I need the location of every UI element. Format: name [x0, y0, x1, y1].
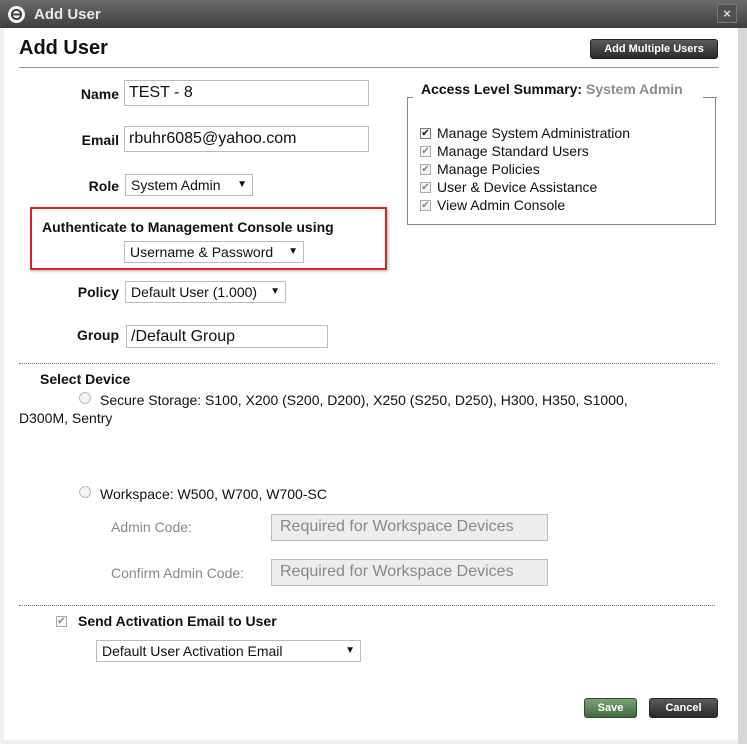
chevron-down-icon: ▼	[345, 645, 355, 656]
checkbox-checked-icon: ✔	[420, 181, 431, 193]
policy-label: Policy	[77, 284, 119, 300]
summary-border	[703, 97, 717, 98]
access-level-label: Access Level Summary:	[421, 81, 583, 97]
checkbox-checked-icon: ✔	[420, 163, 431, 175]
permission-item: ✔ Manage System Administration	[420, 125, 630, 141]
close-icon[interactable]: ×	[717, 4, 737, 23]
admin-code-label: Admin Code:	[111, 519, 192, 535]
role-select[interactable]: System Admin ▼	[125, 174, 253, 196]
permission-label: Manage System Administration	[437, 125, 630, 141]
permission-label: View Admin Console	[437, 197, 566, 213]
cancel-button[interactable]: Cancel	[649, 698, 718, 718]
secure-storage-label: Secure Storage: S100, X200 (S200, D200),…	[100, 392, 628, 408]
add-multiple-users-button[interactable]: Add Multiple Users	[590, 39, 718, 59]
window-titlebar: Add User ×	[0, 0, 747, 28]
permission-label: User & Device Assistance	[437, 179, 598, 195]
chevron-down-icon: ▼	[288, 246, 298, 257]
add-user-dialog: Add User Add Multiple Users Name TEST - …	[4, 28, 738, 740]
group-label: Group	[77, 327, 119, 343]
send-activation-label: Send Activation Email to User	[78, 613, 277, 629]
access-level-heading: Access Level Summary: System Admin	[413, 80, 703, 100]
name-label: Name	[80, 86, 119, 102]
email-label: Email	[81, 132, 119, 148]
confirm-admin-code-label: Confirm Admin Code:	[111, 565, 245, 581]
chevron-down-icon: ▼	[270, 286, 280, 297]
permission-item: ✔ View Admin Console	[420, 197, 565, 213]
page-title: Add User	[19, 37, 108, 59]
role-select-value: System Admin	[131, 177, 221, 193]
send-activation-checkbox[interactable]: ✔	[56, 616, 67, 627]
name-field[interactable]: TEST - 8	[124, 80, 369, 106]
policy-select-value: Default User (1.000)	[131, 284, 258, 300]
permission-label: Manage Standard Users	[437, 143, 589, 159]
section-divider	[19, 363, 715, 364]
policy-select[interactable]: Default User (1.000) ▼	[125, 281, 286, 303]
secure-storage-radio[interactable]	[79, 392, 91, 404]
section-divider	[19, 605, 715, 606]
chevron-down-icon: ▼	[237, 179, 247, 190]
admin-code-field[interactable]: Required for Workspace Devices	[271, 514, 548, 541]
checkbox-checked-icon: ✔	[420, 145, 431, 157]
permission-label: Manage Policies	[437, 161, 540, 177]
permission-item: ✔ User & Device Assistance	[420, 179, 597, 195]
header-divider	[19, 67, 719, 68]
checkbox-checked-icon: ✔	[420, 127, 431, 139]
auth-label: Authenticate to Management Console using	[42, 219, 334, 235]
auth-method-value: Username & Password	[130, 244, 274, 260]
confirm-admin-code-field[interactable]: Required for Workspace Devices	[271, 559, 548, 586]
save-button[interactable]: Save	[584, 698, 637, 718]
auth-method-select[interactable]: Username & Password ▼	[124, 241, 304, 263]
email-field[interactable]: rbuhr6085@yahoo.com	[124, 126, 369, 152]
permission-item: ✔ Manage Standard Users	[420, 143, 589, 159]
access-level-value: System Admin	[585, 81, 683, 97]
select-device-label: Select Device	[40, 371, 131, 387]
group-field[interactable]: /Default Group	[126, 325, 328, 348]
permission-item: ✔ Manage Policies	[420, 161, 540, 177]
secure-storage-label-cont: D300M, Sentry	[19, 410, 113, 426]
checkbox-checked-icon: ✔	[420, 199, 431, 211]
activation-email-value: Default User Activation Email	[102, 643, 283, 659]
role-label: Role	[88, 178, 119, 194]
refresh-icon	[8, 6, 25, 23]
window-title: Add User	[34, 6, 101, 23]
workspace-label: Workspace: W500, W700, W700-SC	[100, 486, 327, 502]
backdrop-edge	[738, 28, 747, 744]
activation-email-select[interactable]: Default User Activation Email ▼	[96, 640, 361, 662]
workspace-radio[interactable]	[79, 486, 91, 498]
